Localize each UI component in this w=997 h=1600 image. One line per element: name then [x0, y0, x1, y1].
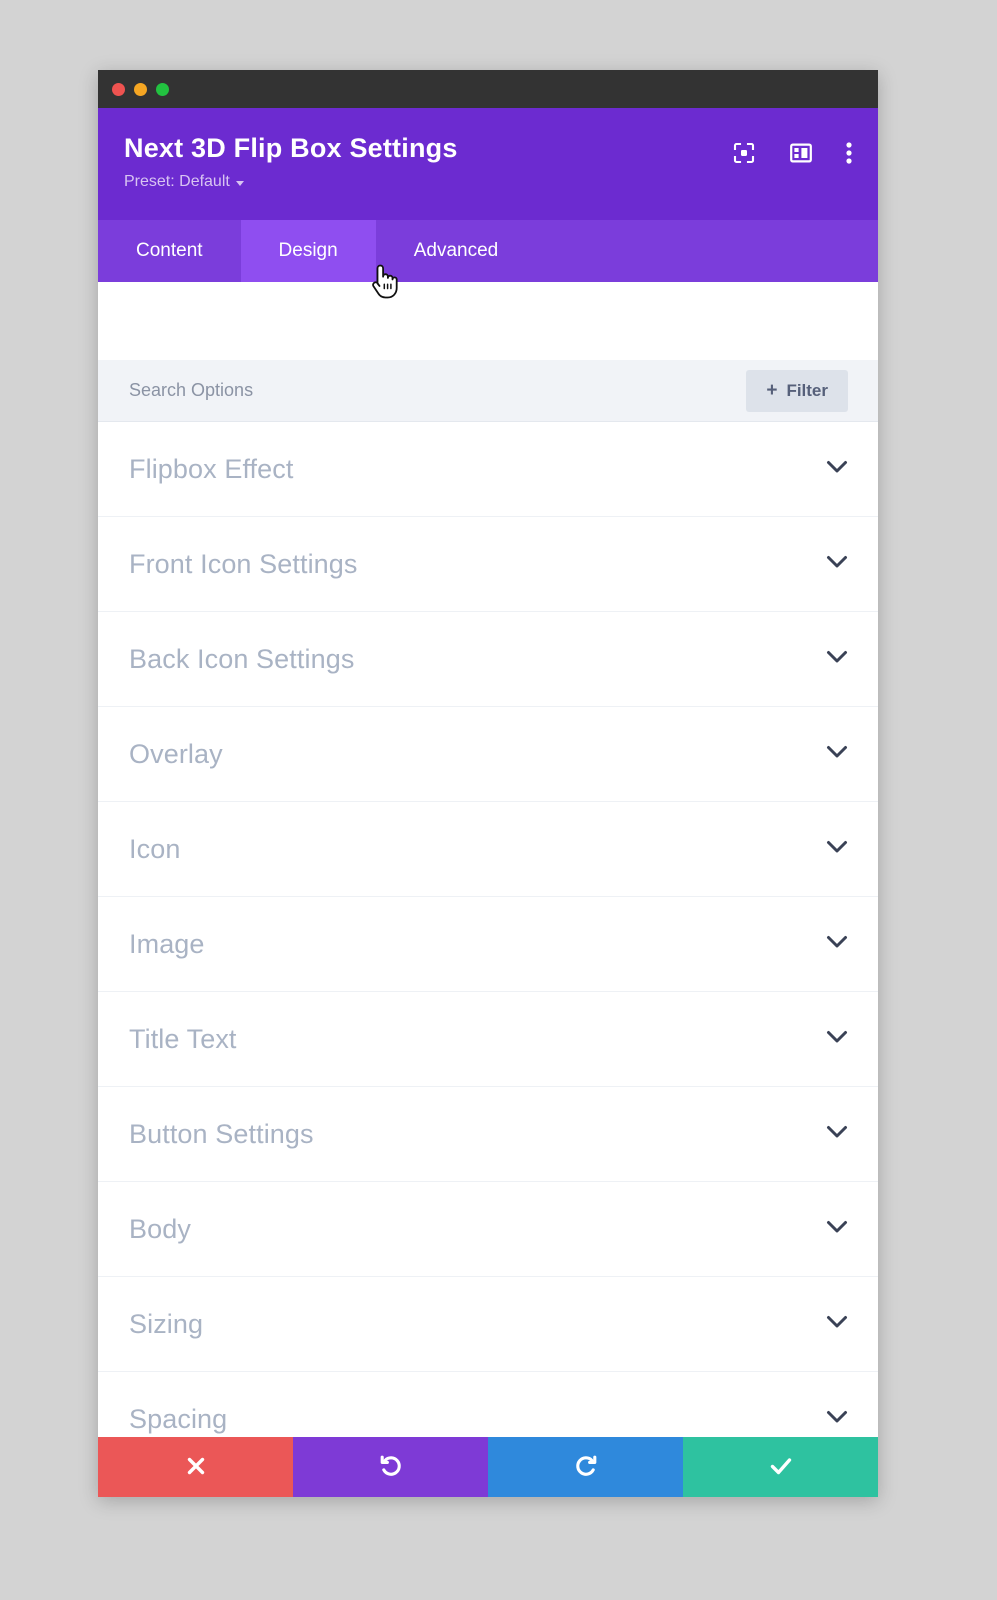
tab-advanced[interactable]: Advanced [376, 220, 537, 282]
chevron-down-icon[interactable] [826, 1125, 848, 1144]
chevron-down-icon[interactable] [826, 460, 848, 479]
filter-button-label: Filter [786, 380, 828, 400]
undo-button[interactable] [293, 1437, 488, 1497]
option-label: Button Settings [129, 1118, 314, 1149]
option-row-flipbox-effect[interactable]: Flipbox Effect [98, 422, 878, 517]
chevron-down-icon[interactable] [826, 650, 848, 669]
option-row-back-icon-settings[interactable]: Back Icon Settings [98, 612, 878, 707]
settings-tabs: Content Design Advanced [98, 220, 878, 282]
checkmark-icon [768, 1453, 794, 1482]
chevron-down-icon[interactable] [826, 1220, 848, 1239]
window-zoom-button[interactable] [156, 82, 169, 96]
option-label: Back Icon Settings [129, 643, 355, 674]
option-row-front-icon-settings[interactable]: Front Icon Settings [98, 517, 878, 612]
plus-icon: + [766, 380, 778, 401]
option-label: Icon [129, 833, 181, 864]
chevron-down-icon[interactable] [826, 745, 848, 764]
chevron-down-icon[interactable] [826, 840, 848, 859]
undo-arrow-icon [378, 1453, 404, 1482]
window-minimize-button[interactable] [134, 82, 147, 96]
option-label: Title Text [129, 1023, 237, 1054]
option-label: Sizing [129, 1308, 204, 1339]
window-titlebar [98, 70, 878, 108]
preset-label: Preset: Default [124, 173, 230, 190]
option-row-button-settings[interactable]: Button Settings [98, 1087, 878, 1182]
layout-panel-icon[interactable] [790, 142, 812, 169]
focus-target-icon[interactable] [732, 141, 756, 170]
chevron-down-icon[interactable] [826, 1315, 848, 1334]
modal-header: Next 3D Flip Box Settings Preset: Defaul… [98, 108, 878, 220]
settings-window: Next 3D Flip Box Settings Preset: Defaul… [98, 70, 878, 1497]
tab-design[interactable]: Design [240, 220, 376, 282]
search-input[interactable] [129, 380, 609, 401]
option-row-sizing[interactable]: Sizing [98, 1277, 878, 1372]
option-label: Overlay [129, 738, 223, 769]
preset-selector[interactable]: Preset: Default [124, 173, 244, 191]
search-bar: + Filter [98, 360, 878, 422]
option-row-title-text[interactable]: Title Text [98, 992, 878, 1087]
option-label: Image [129, 928, 205, 959]
redo-arrow-icon [573, 1453, 599, 1482]
close-x-icon [184, 1454, 208, 1481]
more-vertical-icon[interactable] [846, 141, 852, 170]
option-label: Flipbox Effect [129, 453, 294, 484]
option-row-body[interactable]: Body [98, 1182, 878, 1277]
filter-button[interactable]: + Filter [746, 369, 848, 412]
option-row-spacing[interactable]: Spacing [98, 1372, 878, 1437]
options-list[interactable]: Flipbox Effect Front Icon Settings Back … [98, 360, 878, 1437]
cancel-button[interactable] [98, 1437, 293, 1497]
chevron-down-icon[interactable] [826, 1030, 848, 1049]
option-row-image[interactable]: Image [98, 897, 878, 992]
tab-content[interactable]: Content [98, 220, 241, 282]
redo-button[interactable] [488, 1437, 683, 1497]
chevron-down-icon[interactable] [826, 555, 848, 574]
chevron-down-icon[interactable] [826, 1410, 848, 1429]
action-bar [98, 1437, 878, 1497]
save-button[interactable] [683, 1437, 878, 1497]
window-close-button[interactable] [112, 82, 125, 96]
option-row-overlay[interactable]: Overlay [98, 707, 878, 802]
option-label: Front Icon Settings [129, 548, 358, 579]
options-list-inner: Flipbox Effect Front Icon Settings Back … [98, 360, 878, 1437]
option-label: Body [129, 1213, 191, 1244]
option-label: Spacing [129, 1403, 228, 1434]
chevron-down-icon[interactable] [826, 935, 848, 954]
header-actions [732, 141, 852, 170]
chevron-down-icon [235, 180, 244, 186]
option-row-icon[interactable]: Icon [98, 802, 878, 897]
